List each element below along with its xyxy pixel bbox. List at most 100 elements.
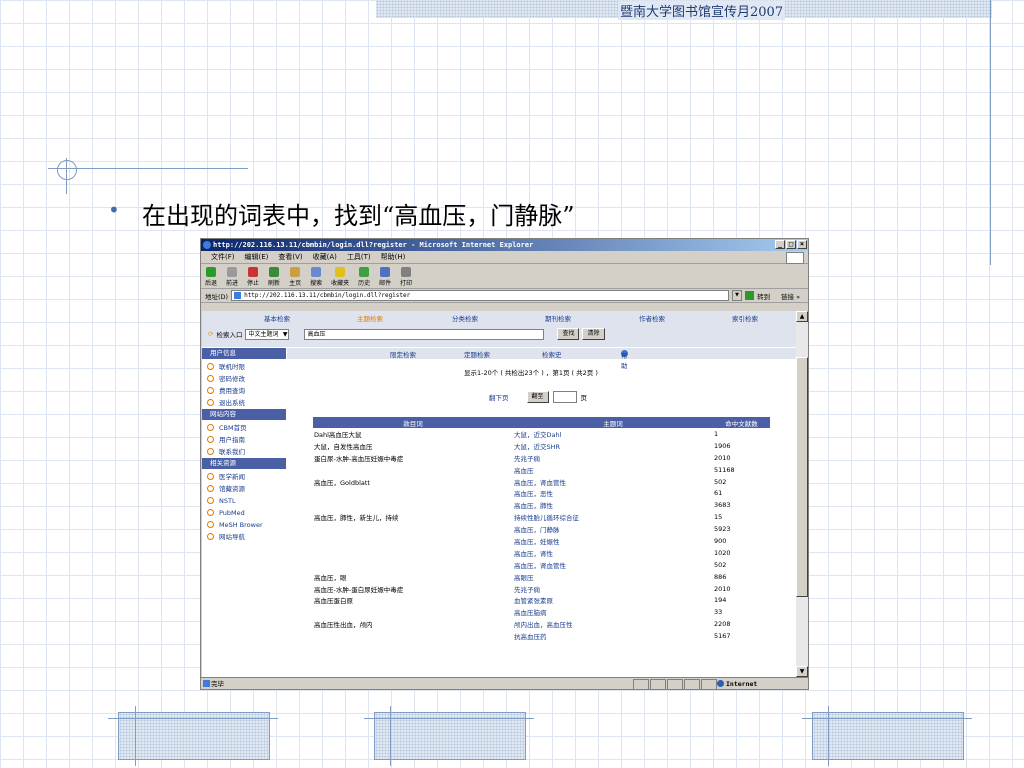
entry-term-cell bbox=[313, 630, 513, 642]
home-button[interactable]: 主页 bbox=[289, 267, 301, 288]
history-button[interactable]: 历史 bbox=[358, 267, 370, 288]
scroll-up-button[interactable]: ▲ bbox=[796, 311, 808, 322]
entry-term-cell: 高血压性出血，颅内 bbox=[314, 621, 373, 630]
find-button[interactable]: 查找 bbox=[557, 328, 580, 340]
sidebar-item-online-time[interactable]: 联机时限 bbox=[202, 361, 286, 373]
subject-term-cell[interactable]: 高血压，门静脉 bbox=[513, 523, 713, 535]
maximize-button[interactable]: □ bbox=[786, 240, 796, 249]
bullet-icon bbox=[207, 448, 214, 455]
subject-term-cell[interactable]: 高眼压 bbox=[513, 571, 713, 583]
sidebar-item-sitemap[interactable]: 网站导航 bbox=[202, 531, 286, 543]
links-button[interactable]: 链接 » bbox=[781, 291, 800, 301]
search-navbar: 基本检索 主题检索 分类检索 期刊检索 作者检索 索引检索 ⟳ 检索入口 中文主… bbox=[202, 311, 796, 347]
toolbar: 后退 前进 停止 刷新 主页 搜索 收藏夹 历史 邮件 打印 bbox=[201, 264, 808, 289]
decor-line bbox=[48, 168, 248, 169]
subject-term-cell[interactable]: 先兆子痫 bbox=[513, 583, 713, 595]
page-number-input[interactable] bbox=[552, 391, 577, 403]
sidebar-item-cbm-home[interactable]: CBM首页 bbox=[202, 422, 286, 434]
tab-index-search[interactable]: 索引检索 bbox=[732, 313, 758, 323]
subject-term-cell[interactable]: 高血压脑病 bbox=[513, 606, 713, 618]
minimize-button[interactable]: _ bbox=[775, 240, 785, 249]
search-entry-select[interactable]: 中文主题词 ▼ bbox=[245, 328, 290, 340]
sidebar-item-contact[interactable]: 联系我们 bbox=[202, 446, 286, 458]
search-input[interactable]: 高血压 bbox=[304, 328, 545, 340]
sidebar-item-mesh[interactable]: MeSH Brower bbox=[202, 519, 286, 531]
table-row: 高血压，眼 高眼压 886 bbox=[313, 571, 770, 583]
sidebar-item-fees[interactable]: 费用查询 bbox=[202, 385, 286, 397]
tab-basic-search[interactable]: 基本检索 bbox=[264, 313, 290, 323]
favorites-button[interactable]: 收藏夹 bbox=[331, 267, 349, 288]
back-icon bbox=[206, 267, 216, 277]
sidebar-item-label: 退出系统 bbox=[219, 399, 245, 407]
scroll-down-button[interactable]: ▼ bbox=[796, 666, 808, 677]
subject-term-cell[interactable]: 高血压，肾血管性 bbox=[513, 559, 713, 571]
go-button[interactable]: 转到 bbox=[757, 291, 770, 301]
mail-icon bbox=[380, 267, 391, 277]
subject-term-cell[interactable]: 高血压，肾血管性 bbox=[513, 476, 713, 488]
search-button[interactable]: 搜索 bbox=[310, 267, 322, 288]
sidebar-item-password[interactable]: 密码修改 bbox=[202, 373, 286, 385]
forward-button[interactable]: 前进 bbox=[226, 267, 238, 288]
subject-term-cell[interactable]: 高血压，妊娠性 bbox=[513, 535, 713, 547]
sidebar-item-guide[interactable]: 用户指南 bbox=[202, 434, 286, 446]
print-icon bbox=[401, 267, 412, 277]
tab-journal-search[interactable]: 期刊检索 bbox=[545, 313, 571, 323]
search-entry-value: 中文主题词 bbox=[248, 330, 279, 338]
close-button[interactable]: × bbox=[797, 240, 807, 249]
subject-term-cell[interactable]: 颅内出血，高血压性 bbox=[513, 618, 713, 630]
stop-icon bbox=[248, 267, 259, 277]
print-button[interactable]: 打印 bbox=[400, 267, 412, 288]
subject-term-cell[interactable]: 大鼠，近交SHR bbox=[513, 440, 713, 452]
sidebar-item-logout[interactable]: 退出系统 bbox=[202, 397, 286, 409]
address-dropdown-button[interactable]: ▼ bbox=[732, 290, 743, 301]
menu-file[interactable]: 文件(F) bbox=[211, 252, 235, 262]
link-limit-search[interactable]: 限定检索 bbox=[390, 349, 416, 359]
scroll-thumb[interactable] bbox=[796, 357, 808, 597]
sidebar-item-nstl[interactable]: NSTL bbox=[202, 495, 286, 507]
back-button[interactable]: 后退 bbox=[205, 267, 217, 288]
subject-term-cell[interactable]: 先兆子痫 bbox=[513, 452, 713, 464]
subject-term-cell[interactable]: 高血压，肺性 bbox=[513, 499, 713, 511]
tab-author-search[interactable]: 作者检索 bbox=[639, 313, 665, 323]
menu-tools[interactable]: 工具(T) bbox=[347, 252, 371, 262]
decor-line bbox=[990, 0, 991, 265]
decor-line bbox=[135, 706, 136, 766]
window-titlebar[interactable]: http://202.116.13.11/cbmbin/login.dll?re… bbox=[201, 239, 808, 251]
table-row: 高血压蛋白原 血管紧张素原 194 bbox=[313, 594, 770, 606]
sidebar-item-pubmed[interactable]: PubMed bbox=[202, 507, 286, 519]
menu-favorites[interactable]: 收藏(A) bbox=[313, 252, 337, 262]
subject-term-cell[interactable]: 大鼠，近交Dahl bbox=[513, 428, 713, 440]
goto-button[interactable]: 翻至 bbox=[526, 391, 549, 403]
tab-classification-search[interactable]: 分类检索 bbox=[452, 313, 478, 323]
subject-term-cell[interactable]: 高血压，肾性 bbox=[513, 547, 713, 559]
table-row: 高血压脑病 33 bbox=[313, 606, 770, 618]
status-bar: 完毕 Internet bbox=[201, 677, 808, 689]
subject-term-cell[interactable]: 血管紧张素原 bbox=[513, 594, 713, 606]
go-arrow-icon[interactable] bbox=[745, 291, 755, 300]
subject-term-cell[interactable]: 抗高血压药 bbox=[513, 630, 713, 642]
menu-help[interactable]: 帮助(H) bbox=[381, 252, 406, 262]
tab-subject-search[interactable]: 主题检索 bbox=[357, 313, 383, 323]
table-row: 高血压，门静脉 5923 bbox=[313, 523, 770, 535]
subject-term-cell[interactable]: 高血压，恶性 bbox=[513, 487, 713, 499]
subject-term-cell[interactable]: 高血压 bbox=[513, 464, 713, 476]
refresh-button[interactable]: 刷新 bbox=[268, 267, 280, 288]
link-search-history[interactable]: 检索史 bbox=[542, 349, 562, 359]
hit-count-cell: 61 bbox=[714, 489, 723, 498]
stop-button[interactable]: 停止 bbox=[247, 267, 259, 288]
sidebar-item-holdings[interactable]: 馆藏资源 bbox=[202, 483, 286, 495]
link-topic-search[interactable]: 定题检索 bbox=[464, 349, 490, 359]
vertical-scrollbar[interactable]: ▲ ▼ bbox=[796, 311, 808, 677]
clear-button[interactable]: 清除 bbox=[582, 328, 605, 340]
bullet-icon bbox=[207, 436, 214, 443]
menu-edit[interactable]: 编辑(E) bbox=[245, 252, 269, 262]
menu-view[interactable]: 查看(V) bbox=[278, 252, 302, 262]
mail-button[interactable]: 邮件 bbox=[379, 267, 391, 288]
sidebar-item-news[interactable]: 医学新闻 bbox=[202, 471, 286, 483]
page-icon bbox=[234, 292, 242, 299]
address-input[interactable]: http://202.116.13.11/cbmbin/login.dll?re… bbox=[231, 290, 730, 301]
subject-term-cell[interactable]: 持续性胎儿循环综合征 bbox=[513, 511, 713, 523]
sidebar-item-label: 馆藏资源 bbox=[219, 485, 245, 493]
next-page-link[interactable]: 翻下页 bbox=[489, 392, 509, 402]
bullet-icon bbox=[207, 485, 214, 492]
